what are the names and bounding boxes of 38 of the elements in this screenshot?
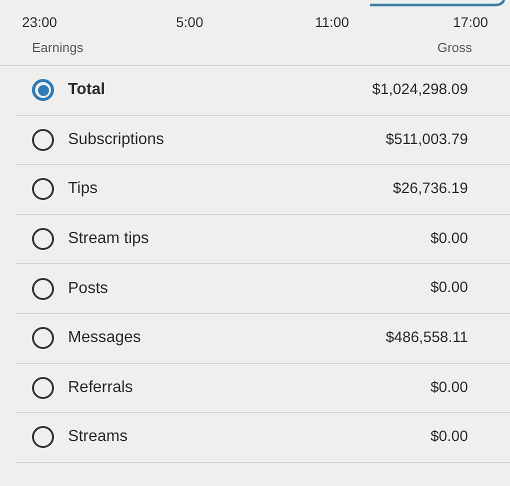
row-label: Messages	[68, 328, 142, 348]
radio-button[interactable]	[32, 128, 54, 151]
earnings-row[interactable]: Streams $0.00	[16, 413, 510, 463]
radio-button[interactable]	[32, 178, 54, 200]
row-amount: $26,736.19	[392, 179, 468, 200]
earnings-row[interactable]: Stream tips $0.00	[16, 214, 510, 264]
radio-button[interactable]	[32, 278, 54, 300]
earnings-row[interactable]: Subscriptions $511,003.79	[16, 116, 510, 166]
row-label: Tips	[68, 179, 99, 200]
row-amount: $1,024,298.09	[372, 80, 468, 100]
radio-button[interactable]	[32, 228, 54, 250]
column-header: Gross	[437, 39, 472, 57]
row-amount: $0.00	[430, 228, 468, 249]
row-label: Posts	[68, 278, 110, 299]
row-amount: $0.00	[430, 427, 468, 448]
row-amount: $0.00	[430, 278, 468, 298]
row-label: Subscriptions	[68, 130, 166, 150]
row-amount: $0.00	[430, 378, 468, 398]
radio-button[interactable]	[32, 376, 54, 399]
earnings-row[interactable]: Tips $26,736.19	[16, 165, 510, 215]
axis-tick-label: 23:00	[22, 13, 58, 32]
row-amount: $486,558.11	[386, 328, 468, 348]
earnings-row[interactable]: Total $1,024,298.09	[16, 66, 510, 116]
radio-button[interactable]	[32, 79, 54, 102]
earnings-row[interactable]: Messages $486,558.11	[16, 314, 510, 364]
row-amount: $511,003.79	[386, 130, 468, 150]
axis-tick-label: 5:00	[176, 13, 204, 32]
earnings-row[interactable]: Referrals $0.00	[16, 364, 510, 414]
row-label: Total	[68, 80, 106, 100]
row-label: Streams	[68, 427, 129, 448]
column-header: Earnings	[32, 39, 84, 57]
row-label: Stream tips	[68, 229, 150, 250]
axis-tick-label: 11:00	[315, 13, 349, 32]
row-label: Referrals	[68, 378, 134, 398]
earnings-row[interactable]: Posts $0.00	[16, 264, 510, 314]
axis-tick-label: 17:00	[453, 13, 488, 32]
radio-button[interactable]	[32, 327, 54, 350]
radio-button[interactable]	[32, 426, 54, 448]
